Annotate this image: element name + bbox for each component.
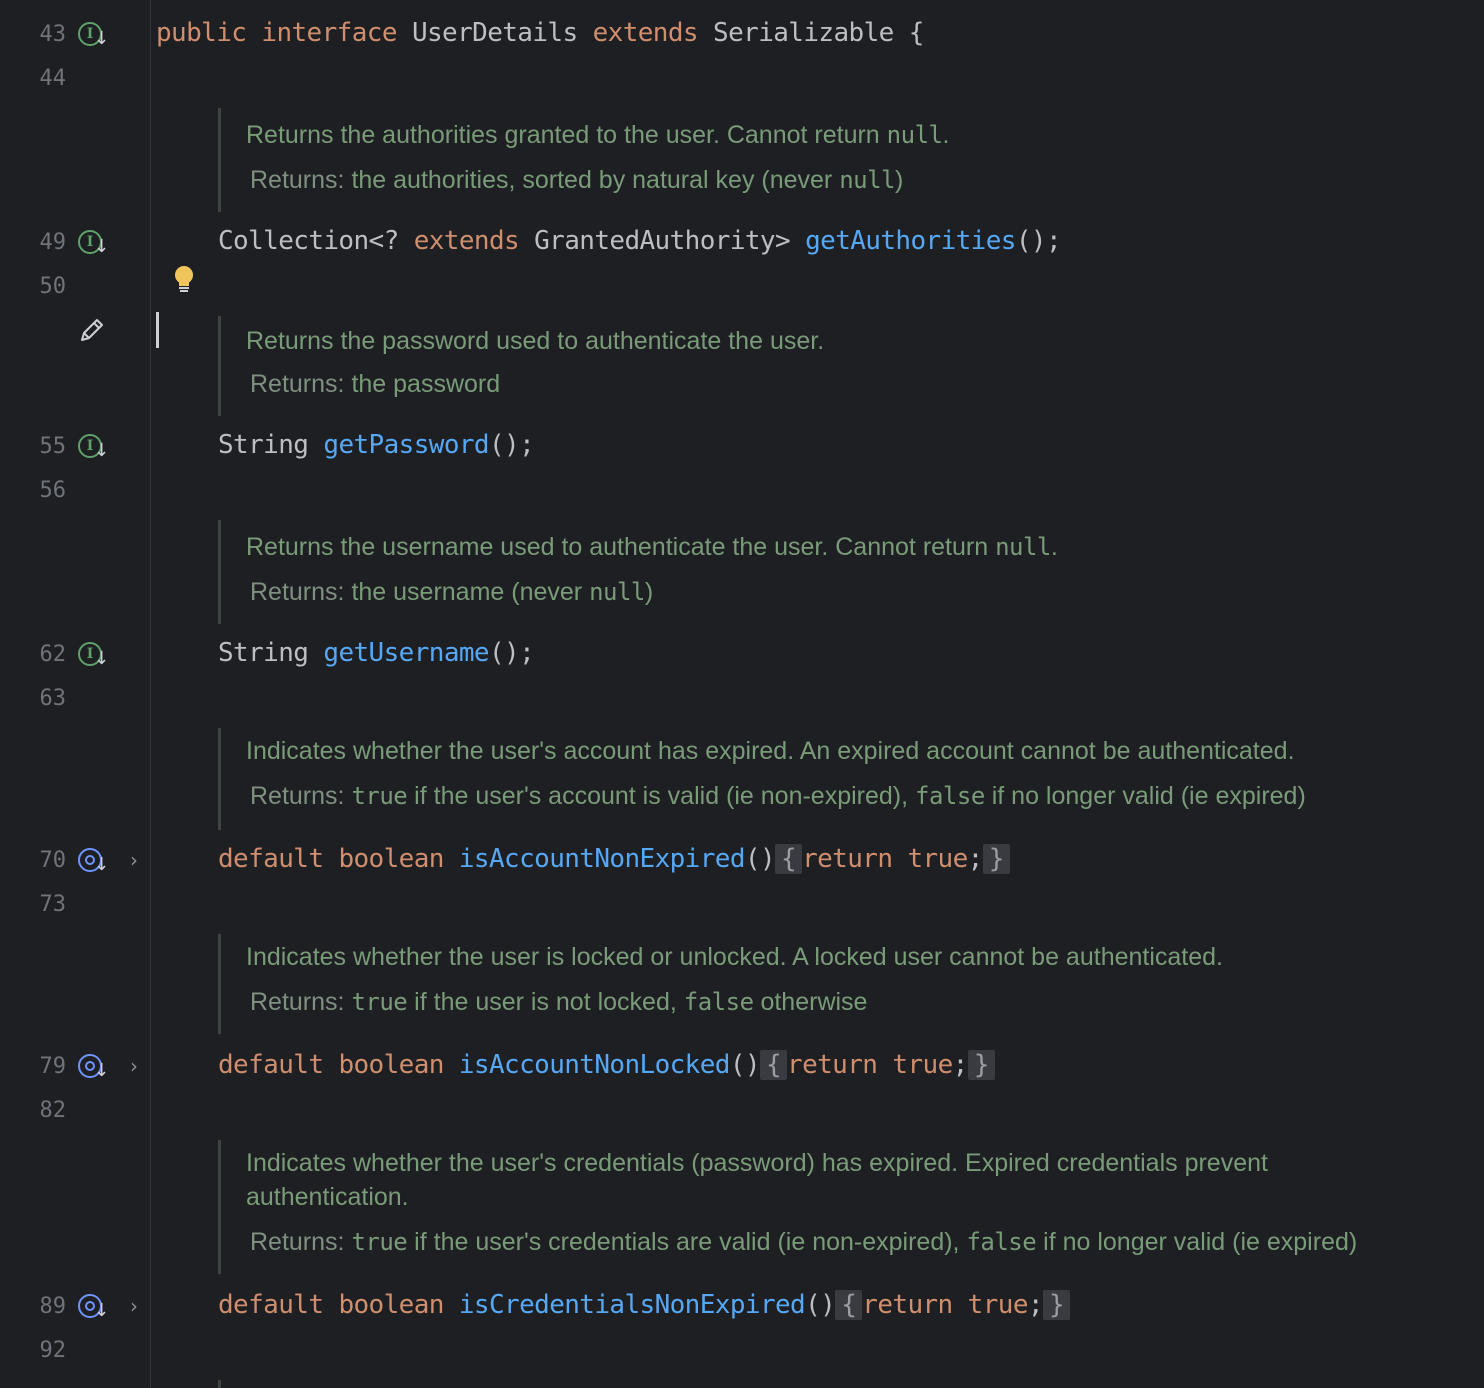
line-number[interactable]: 50 bbox=[0, 274, 67, 299]
line-number[interactable]: 92 bbox=[0, 1338, 67, 1363]
folded-block-open[interactable]: { bbox=[775, 844, 803, 874]
doc-returns: Returns: the username (never null) bbox=[250, 578, 654, 606]
overridden-gutter-marker[interactable]: ↓ bbox=[78, 1054, 110, 1084]
doc-description: Indicates whether the user's account has… bbox=[246, 737, 1295, 765]
returns-label: Returns: bbox=[250, 166, 345, 194]
overridden-gutter-marker[interactable]: ↓ bbox=[78, 1294, 110, 1324]
pencil-icon[interactable] bbox=[78, 316, 106, 344]
doc-returns: Returns: true if the user's account is v… bbox=[250, 782, 1306, 810]
arrow-down-icon: ↓ bbox=[94, 28, 110, 49]
doc-returns: Returns: true if the user is not locked,… bbox=[250, 988, 868, 1016]
folded-block-open[interactable]: { bbox=[759, 1050, 788, 1080]
implemented-gutter-marker[interactable]: I ↓ bbox=[78, 642, 110, 672]
rendered-javadoc[interactable] bbox=[218, 1380, 1484, 1388]
chevron-right-icon[interactable]: › bbox=[130, 848, 138, 872]
overridden-gutter-marker[interactable]: ↓ bbox=[78, 848, 110, 878]
arrow-down-icon: ↓ bbox=[94, 648, 110, 669]
doc-returns: Returns: the authorities, sorted by natu… bbox=[250, 166, 904, 194]
interface-declaration[interactable]: public interface UserDetails extends Ser… bbox=[156, 18, 924, 48]
method-name: getPassword bbox=[323, 430, 489, 460]
keyword: extends bbox=[413, 226, 520, 256]
line-number[interactable]: 79 bbox=[0, 1054, 67, 1079]
line-number[interactable]: 56 bbox=[0, 478, 67, 503]
rendered-javadoc[interactable]: Indicates whether the user's credentials… bbox=[218, 1140, 1484, 1274]
folded-block-close[interactable]: } bbox=[982, 844, 1010, 874]
line-number[interactable]: 73 bbox=[0, 892, 67, 917]
line-number[interactable]: 63 bbox=[0, 686, 67, 711]
returns-label: Returns: bbox=[250, 370, 345, 398]
doc-description: Returns the authorities granted to the u… bbox=[246, 121, 950, 149]
doc-returns: Returns: the password bbox=[250, 370, 501, 398]
returns-label: Returns: bbox=[250, 1228, 345, 1256]
line-number[interactable]: 55 bbox=[0, 434, 67, 459]
line-number[interactable]: 89 bbox=[0, 1294, 67, 1319]
line-number[interactable]: 70 bbox=[0, 848, 67, 873]
arrow-down-icon: ↓ bbox=[94, 236, 110, 257]
method-declaration[interactable]: String getPassword(); bbox=[218, 430, 535, 460]
method-declaration[interactable]: default boolean isCredentialsNonExpired(… bbox=[218, 1290, 1071, 1320]
line-number[interactable]: 43 bbox=[0, 22, 67, 47]
implemented-gutter-marker[interactable]: I ↓ bbox=[78, 22, 110, 52]
doc-description: Indicates whether the user is locked or … bbox=[246, 943, 1224, 971]
returns-label: Returns: bbox=[250, 988, 345, 1016]
keyword: public bbox=[156, 18, 247, 48]
method-name: isCredentialsNonExpired bbox=[458, 1290, 806, 1320]
returns-label: Returns: bbox=[250, 782, 345, 810]
folded-block-close[interactable]: } bbox=[1042, 1290, 1071, 1320]
doc-description: Returns the username used to authenticat… bbox=[246, 533, 1058, 561]
interface-name: UserDetails bbox=[411, 18, 578, 48]
keyword: extends bbox=[592, 18, 699, 48]
method-declaration[interactable]: String getUsername(); bbox=[218, 638, 535, 668]
chevron-right-icon[interactable]: › bbox=[130, 1294, 138, 1318]
text-caret bbox=[156, 312, 159, 348]
line-number[interactable]: 82 bbox=[0, 1098, 67, 1123]
rendered-javadoc[interactable]: Returns the password used to authenticat… bbox=[218, 316, 1484, 416]
method-declaration[interactable]: default boolean isAccountNonExpired(){re… bbox=[218, 844, 1010, 874]
code-text: Serializable { bbox=[713, 18, 924, 48]
line-number[interactable]: 49 bbox=[0, 230, 67, 255]
code-editor[interactable]: 43 44 49 50 55 56 62 63 70 73 79 82 89 9… bbox=[0, 0, 1484, 1388]
rendered-javadoc[interactable]: Returns the authorities granted to the u… bbox=[218, 108, 1484, 212]
keyword: interface bbox=[261, 18, 397, 48]
folded-block-close[interactable]: } bbox=[967, 1050, 995, 1080]
returns-label: Returns: bbox=[250, 578, 345, 606]
folded-block-open[interactable]: { bbox=[835, 1290, 863, 1320]
rendered-javadoc[interactable]: Indicates whether the user's account has… bbox=[218, 728, 1484, 830]
arrow-down-icon: ↓ bbox=[94, 1300, 110, 1321]
method-name: isAccountNonLocked bbox=[458, 1050, 731, 1080]
method-name: getUsername bbox=[323, 638, 489, 668]
chevron-right-icon[interactable]: › bbox=[130, 1054, 138, 1078]
method-name: getAuthorities bbox=[805, 226, 1016, 256]
arrow-down-icon: ↓ bbox=[94, 854, 110, 875]
lightbulb-icon[interactable] bbox=[172, 264, 196, 296]
implemented-gutter-marker[interactable]: I ↓ bbox=[78, 230, 110, 260]
rendered-javadoc[interactable]: Returns the username used to authenticat… bbox=[218, 520, 1484, 624]
gutter-separator bbox=[150, 0, 151, 1388]
method-declaration[interactable]: default boolean isAccountNonLocked(){ret… bbox=[218, 1050, 995, 1080]
rendered-javadoc[interactable]: Indicates whether the user is locked or … bbox=[218, 934, 1484, 1034]
doc-description: Indicates whether the user's credentials… bbox=[246, 1149, 1268, 1211]
method-name: isAccountNonExpired bbox=[458, 844, 746, 874]
method-declaration[interactable]: Collection<? extends GrantedAuthority> g… bbox=[218, 226, 1062, 256]
line-number[interactable]: 44 bbox=[0, 66, 67, 91]
implemented-gutter-marker[interactable]: I ↓ bbox=[78, 434, 110, 464]
doc-returns: Returns: true if the user's credentials … bbox=[250, 1228, 1358, 1256]
arrow-down-icon: ↓ bbox=[94, 440, 110, 461]
arrow-down-icon: ↓ bbox=[94, 1060, 110, 1081]
line-number[interactable]: 62 bbox=[0, 642, 67, 667]
doc-description: Returns the password used to authenticat… bbox=[246, 327, 825, 355]
